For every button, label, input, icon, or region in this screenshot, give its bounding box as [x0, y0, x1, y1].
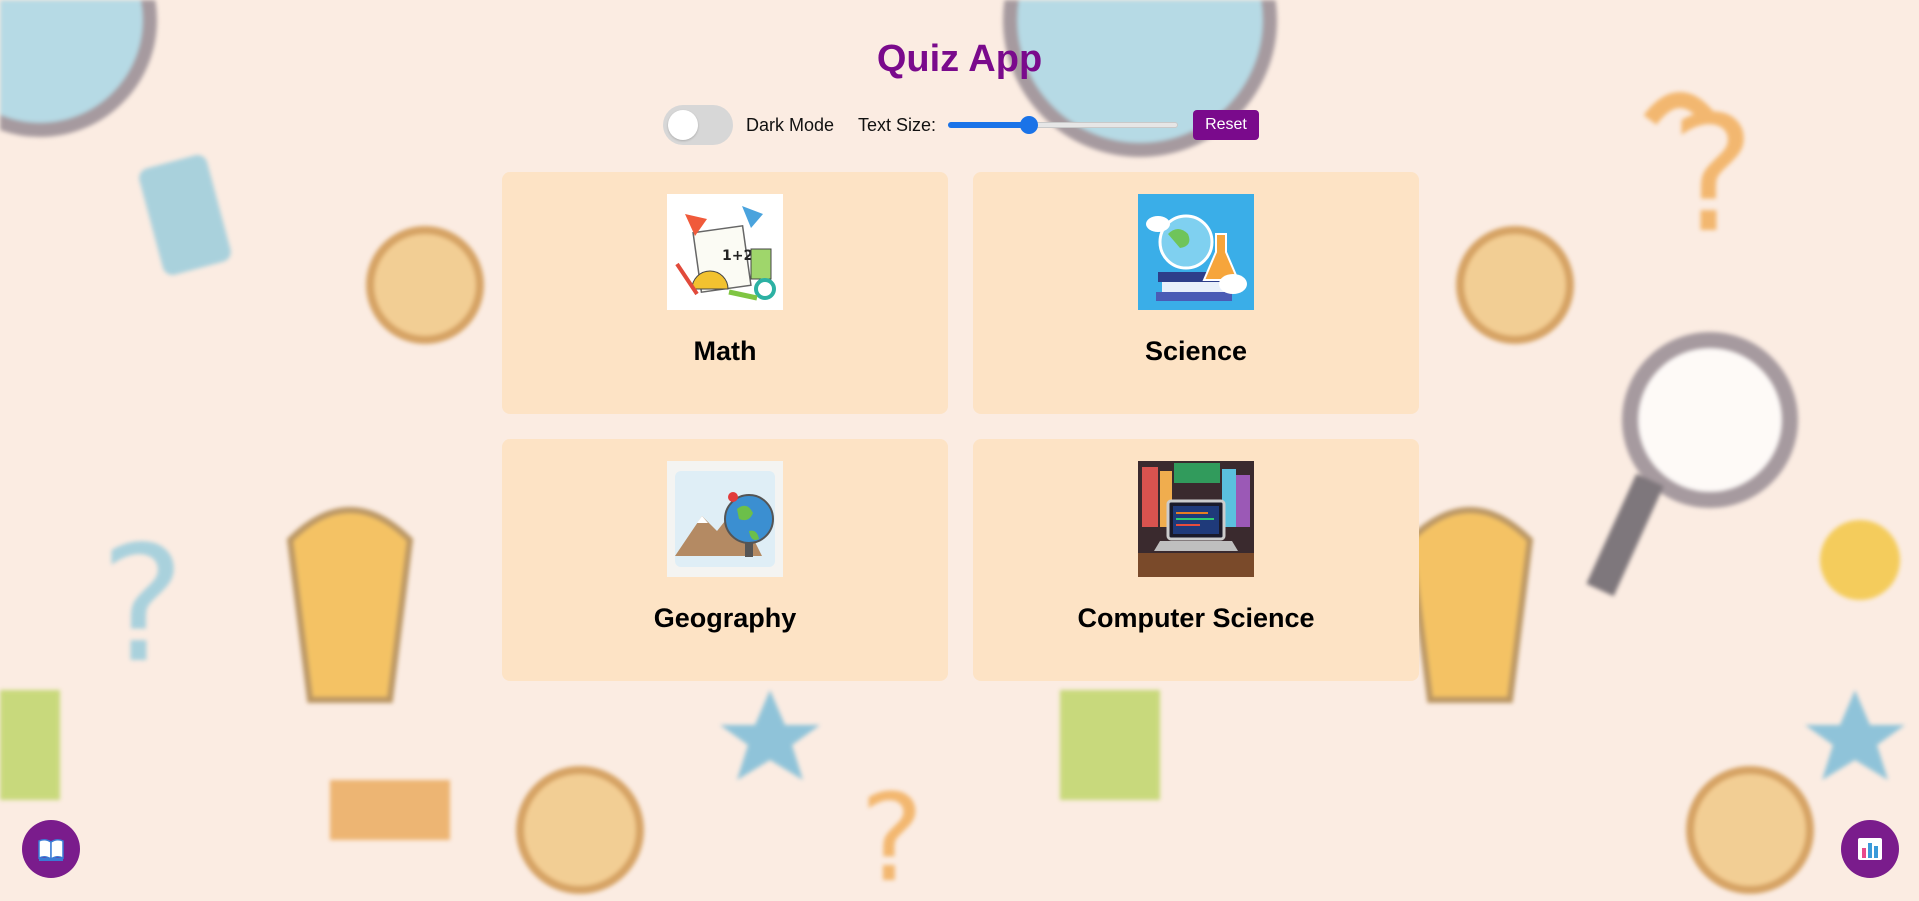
book-icon	[38, 838, 64, 861]
math-tools-icon: 1+2	[667, 194, 783, 310]
svg-text:?: ?	[860, 770, 924, 896]
svg-text:?: ?	[1670, 81, 1755, 268]
study-button[interactable]	[22, 820, 80, 878]
bar-chart-icon	[1858, 838, 1882, 860]
reset-button[interactable]: Reset	[1193, 110, 1259, 140]
settings-bar: Dark Mode Text Size: Reset	[663, 105, 1259, 145]
category-title: Geography	[653, 603, 797, 633]
text-size-label: Text Size:	[858, 114, 937, 135]
dark-mode-label: Dark Mode	[746, 114, 835, 135]
category-card-math[interactable]: 1+2 Math	[502, 172, 948, 414]
svg-text:1+2: 1+2	[722, 248, 753, 264]
toggle-knob	[668, 110, 698, 140]
svg-text:?: ?	[100, 511, 185, 698]
slider-fill	[948, 122, 1029, 128]
category-card-science[interactable]: Science	[973, 172, 1419, 414]
slider-thumb[interactable]	[1019, 116, 1038, 134]
category-title: Science	[1144, 336, 1248, 366]
science-lab-icon	[1138, 194, 1254, 310]
category-card-computer-science[interactable]: Computer Science	[973, 439, 1419, 681]
stats-button[interactable]	[1841, 820, 1899, 878]
category-title: Computer Science	[1077, 603, 1315, 633]
category-title: Math	[693, 336, 757, 366]
laptop-books-icon	[1138, 461, 1254, 577]
globe-mountains-icon	[667, 461, 783, 577]
text-size-slider[interactable]	[948, 113, 1179, 137]
page-title: Quiz App	[876, 38, 1043, 80]
category-card-geography[interactable]: Geography	[502, 439, 948, 681]
dark-mode-toggle[interactable]	[663, 105, 733, 145]
